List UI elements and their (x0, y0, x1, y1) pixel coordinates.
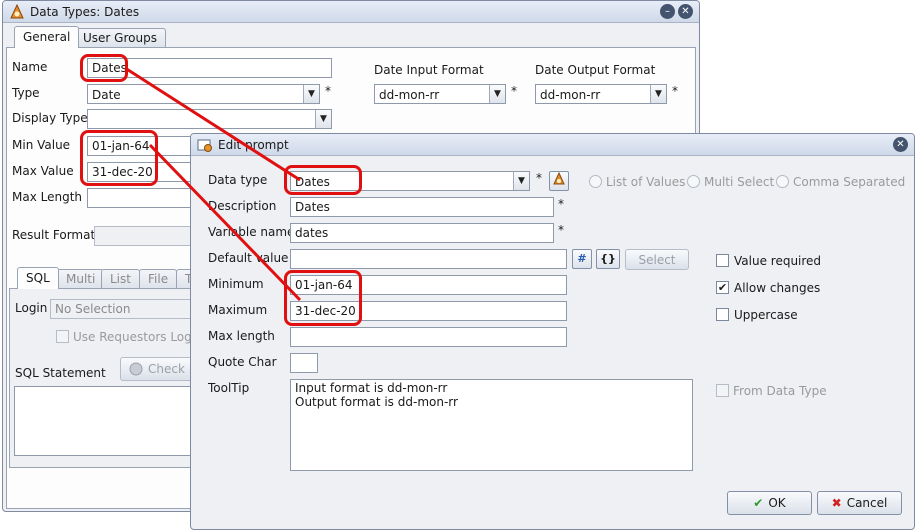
variable-name-label: Variable name (208, 225, 295, 239)
tooltip-label: ToolTip (208, 381, 250, 395)
uppercase-label: Uppercase (734, 308, 798, 322)
radio-multi-select (687, 175, 700, 188)
uppercase-checkbox[interactable] (716, 308, 729, 321)
maximum-field[interactable]: 31-dec-20 (290, 301, 567, 321)
data-type-combo[interactable]: Dates ▼ (290, 171, 530, 191)
description-required-mark: * (558, 197, 564, 211)
radio-comma-separated-label: Comma Separated (793, 175, 906, 189)
cancel-icon: ✖ (831, 496, 842, 510)
chevron-down-icon[interactable]: ▼ (513, 172, 529, 190)
max-length-prompt-field[interactable] (290, 327, 567, 347)
select-button: Select (625, 249, 689, 270)
max-length-prompt-label: Max length (208, 329, 275, 343)
quote-char-field[interactable] (290, 353, 318, 373)
check-icon: ✔ (753, 496, 764, 510)
maximum-label: Maximum (208, 303, 268, 317)
cancel-button[interactable]: ✖ Cancel (817, 491, 902, 515)
check-icon: ✔ (717, 281, 728, 294)
variable-name-required-mark: * (558, 223, 564, 237)
radio-multi-select-label: Multi Select (704, 175, 775, 189)
data-type-required-mark: * (536, 171, 542, 185)
default-value-label: Default value (208, 251, 289, 265)
tooltip-area[interactable]: Input format is dd-mon-rr Output format … (290, 379, 693, 471)
cancel-button-label: Cancel (846, 496, 888, 510)
description-label: Description (208, 199, 277, 213)
data-type-edit-icon[interactable] (549, 171, 569, 191)
radio-list-of-values (589, 175, 602, 188)
data-type-label: Data type (208, 173, 268, 187)
braces-button[interactable]: {} (596, 249, 620, 269)
ok-button[interactable]: ✔ OK (727, 491, 812, 515)
hash-icon[interactable]: # (572, 249, 592, 269)
default-value-field[interactable] (290, 249, 567, 269)
data-type-value: Dates (295, 175, 330, 189)
ok-button-label: OK (768, 496, 786, 510)
radio-comma-separated (776, 175, 789, 188)
from-data-type-checkbox (716, 384, 729, 397)
value-required-checkbox[interactable] (716, 254, 729, 267)
variable-name-field[interactable]: dates (290, 223, 554, 243)
minimum-label: Minimum (208, 277, 264, 291)
allow-changes-label: Allow changes (734, 281, 821, 295)
quote-char-label: Quote Char (208, 355, 277, 369)
value-required-label: Value required (734, 254, 822, 268)
from-data-type-label: From Data Type (733, 384, 827, 398)
edit-prompt-content: Data type Dates ▼ * List of Values Multi… (0, 0, 917, 531)
radio-list-of-values-label: List of Values (606, 175, 686, 189)
minimum-field[interactable]: 01-jan-64 (290, 275, 567, 295)
allow-changes-checkbox[interactable]: ✔ (716, 281, 729, 294)
edit-data-type-icon (553, 171, 565, 185)
description-field[interactable]: Dates (290, 197, 554, 217)
